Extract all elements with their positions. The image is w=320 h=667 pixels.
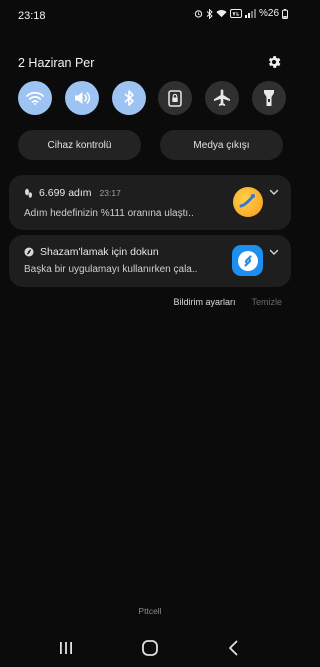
flashlight-icon: [263, 90, 274, 106]
notification-title: Shazam'lamak için dokun: [40, 246, 159, 258]
carrier-label: Pttcell: [138, 606, 162, 616]
home-icon[interactable]: [140, 638, 160, 658]
notification-settings-link[interactable]: Bildirim ayarları: [173, 297, 235, 307]
notification-body: Başka bir uygulamayı kullanırken çala..: [24, 264, 198, 275]
notification-header: 6.699 adım 23:17: [24, 187, 121, 199]
notification-shazam[interactable]: Shazam'lamak için dokun Başka bir uygula…: [9, 235, 291, 287]
alarm-icon: [194, 10, 203, 18]
bluetooth-icon: [124, 90, 134, 106]
battery-percent: %26: [258, 8, 279, 19]
wifi-icon: [26, 91, 44, 105]
chevron-down-icon[interactable]: [269, 247, 279, 257]
clear-all-button[interactable]: Temizle: [251, 297, 282, 307]
notification-steps[interactable]: 6.699 adım 23:17 Adım hedefinizin %111 o…: [9, 175, 291, 230]
flashlight-toggle[interactable]: [251, 81, 286, 115]
media-output-button[interactable]: Medya çıkışı: [160, 130, 283, 160]
notification-header: Shazam'lamak için dokun: [24, 246, 159, 258]
shazam-app-icon: [232, 245, 263, 276]
back-icon[interactable]: [224, 638, 244, 658]
bluetooth-toggle[interactable]: [111, 81, 146, 115]
notification-time: 23:17: [99, 188, 121, 198]
chevron-down-icon[interactable]: [269, 187, 279, 197]
recent-apps-icon[interactable]: [56, 638, 76, 658]
settings-gear-icon[interactable]: [266, 54, 282, 70]
quick-toggles: [18, 81, 286, 115]
volte-icon: [229, 9, 242, 18]
battery-icon: [282, 8, 288, 19]
bluetooth-status-icon: [206, 8, 213, 19]
status-icons: %26: [194, 8, 288, 19]
portrait-lock-toggle[interactable]: [158, 81, 193, 115]
notification-actions: Bildirim ayarları Temizle: [173, 297, 282, 307]
steps-icon: [25, 188, 32, 198]
device-control-button[interactable]: Cihaz kontrolü: [18, 130, 141, 160]
speaker-icon: [74, 92, 90, 104]
portrait-lock-icon: [168, 89, 183, 107]
navigation-bar: [0, 630, 300, 667]
sound-toggle[interactable]: [64, 81, 99, 115]
notification-body: Adım hedefinizin %111 oranına ulaştı..: [24, 208, 194, 219]
shazam-small-icon: [24, 247, 34, 257]
airplane-mode-toggle[interactable]: [205, 81, 240, 115]
signal-icon: [244, 9, 256, 18]
notification-title: 6.699 adım: [39, 187, 92, 199]
wifi-status-icon: [216, 10, 227, 18]
panel-date: 2 Haziran Per: [18, 56, 95, 70]
airplane-icon: [214, 89, 231, 106]
samsung-health-icon: [233, 187, 263, 217]
status-time: 23:18: [18, 10, 46, 22]
wifi-toggle[interactable]: [18, 81, 52, 115]
panel-shortcuts: Cihaz kontrolü Medya çıkışı: [18, 130, 283, 160]
status-bar: 23:18 %26: [0, 0, 300, 28]
